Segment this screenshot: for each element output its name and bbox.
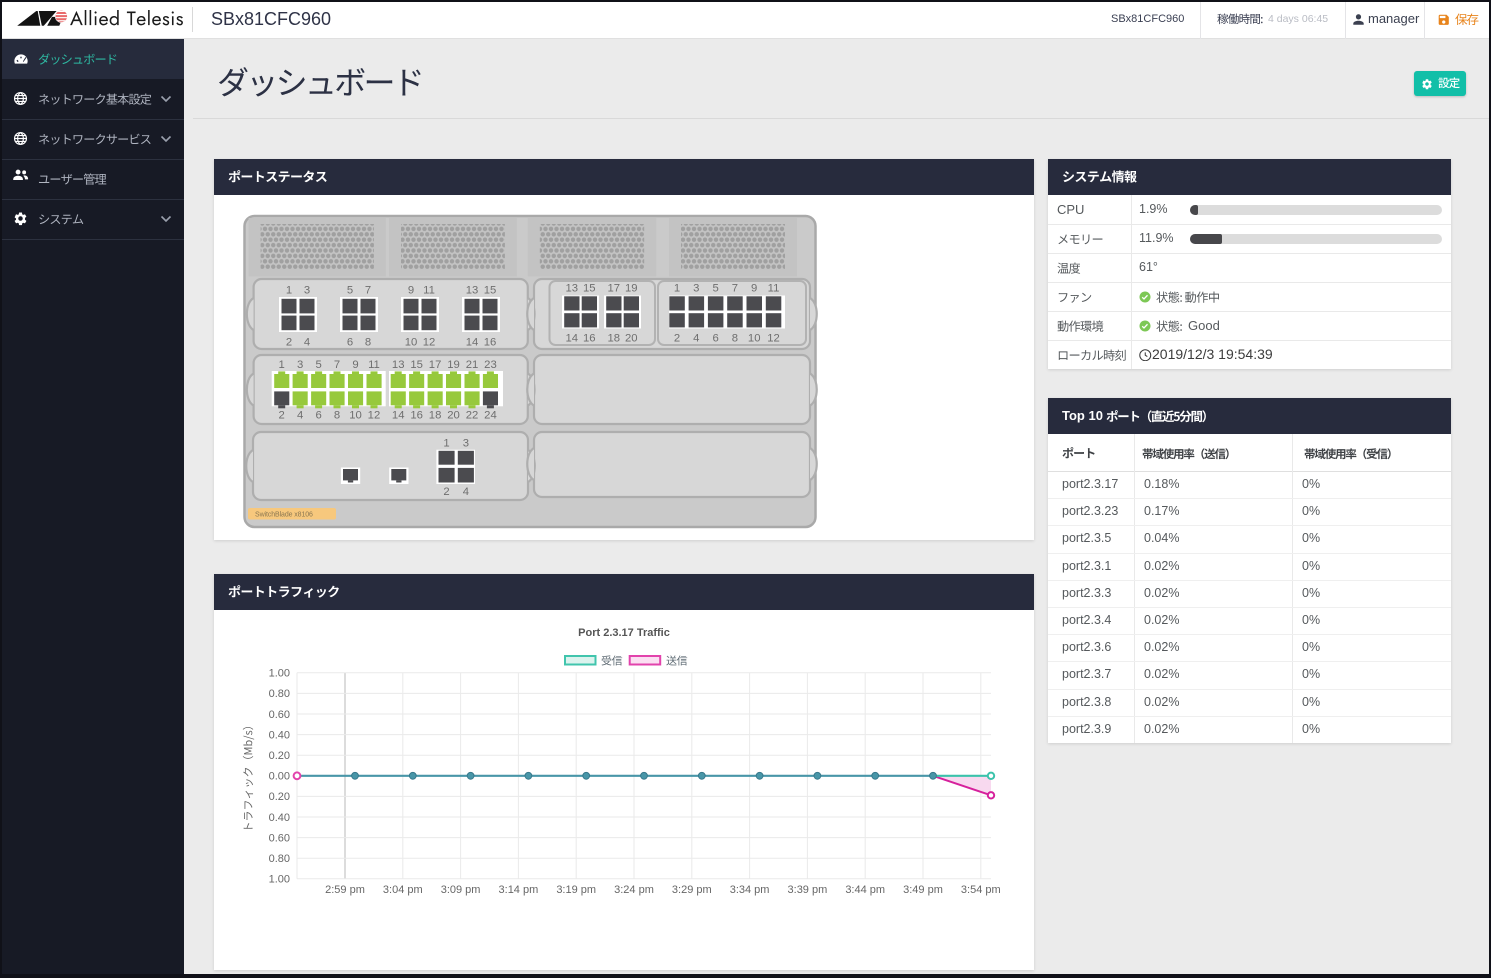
svg-text:1.00: 1.00 — [269, 874, 290, 886]
svg-text:3: 3 — [297, 359, 303, 371]
svg-text:4: 4 — [304, 337, 310, 349]
svg-text:0.40: 0.40 — [269, 812, 290, 824]
svg-text:SwitchBlade x8106: SwitchBlade x8106 — [255, 511, 313, 518]
svg-text:11: 11 — [423, 285, 435, 297]
svg-text:14: 14 — [466, 337, 479, 349]
svg-text:20: 20 — [447, 410, 460, 422]
svg-text:17: 17 — [429, 359, 442, 371]
svg-text:0.00: 0.00 — [269, 771, 290, 783]
svg-text:10: 10 — [349, 410, 362, 422]
svg-text:11: 11 — [368, 359, 380, 371]
svg-text:3: 3 — [463, 438, 469, 450]
svg-text:2: 2 — [443, 486, 449, 498]
svg-text:3: 3 — [693, 283, 699, 295]
svg-text:3:54 pm: 3:54 pm — [961, 884, 1001, 896]
svg-text:3:24 pm: 3:24 pm — [614, 884, 654, 896]
svg-text:3:39 pm: 3:39 pm — [788, 884, 828, 896]
svg-text:2: 2 — [279, 410, 285, 422]
svg-text:9: 9 — [352, 359, 358, 371]
svg-text:24: 24 — [484, 410, 497, 422]
svg-text:6: 6 — [347, 337, 353, 349]
svg-text:7: 7 — [365, 285, 371, 297]
svg-text:18: 18 — [608, 333, 621, 345]
svg-text:0.80: 0.80 — [269, 853, 290, 865]
svg-text:3:04 pm: 3:04 pm — [383, 884, 423, 896]
svg-text:17: 17 — [608, 283, 621, 295]
svg-text:3:44 pm: 3:44 pm — [845, 884, 885, 896]
svg-text:16: 16 — [484, 337, 497, 349]
svg-text:6: 6 — [315, 410, 321, 422]
svg-text:8: 8 — [732, 333, 738, 345]
svg-text:10: 10 — [405, 337, 418, 349]
svg-text:20: 20 — [625, 333, 638, 345]
svg-text:21: 21 — [466, 359, 479, 371]
svg-text:19: 19 — [447, 359, 460, 371]
svg-text:15: 15 — [484, 285, 497, 297]
svg-text:13: 13 — [566, 283, 579, 295]
svg-text:10: 10 — [748, 333, 761, 345]
svg-text:15: 15 — [410, 359, 423, 371]
svg-text:8: 8 — [334, 410, 340, 422]
svg-text:14: 14 — [392, 410, 405, 422]
svg-text:2:59 pm: 2:59 pm — [325, 884, 365, 896]
svg-text:13: 13 — [392, 359, 405, 371]
svg-text:5: 5 — [712, 283, 718, 295]
svg-text:12: 12 — [767, 333, 780, 345]
svg-text:9: 9 — [751, 283, 757, 295]
svg-text:0.60: 0.60 — [269, 832, 290, 844]
svg-text:11: 11 — [768, 283, 780, 295]
svg-text:5: 5 — [315, 359, 321, 371]
svg-text:8: 8 — [365, 337, 371, 349]
svg-text:1: 1 — [443, 438, 449, 450]
svg-text:18: 18 — [429, 410, 442, 422]
svg-text:0.80: 0.80 — [269, 688, 290, 700]
svg-text:16: 16 — [410, 410, 423, 422]
svg-text:7: 7 — [732, 283, 738, 295]
svg-text:1: 1 — [279, 359, 285, 371]
svg-text:3: 3 — [304, 285, 310, 297]
svg-text:1.00: 1.00 — [269, 668, 290, 680]
svg-text:19: 19 — [625, 283, 638, 295]
svg-text:6: 6 — [712, 333, 718, 345]
svg-text:4: 4 — [463, 486, 469, 498]
svg-text:0.40: 0.40 — [269, 729, 290, 741]
svg-text:13: 13 — [466, 285, 479, 297]
svg-text:1: 1 — [286, 285, 292, 297]
svg-text:12: 12 — [423, 337, 436, 349]
svg-text:22: 22 — [466, 410, 479, 422]
svg-text:3:49 pm: 3:49 pm — [903, 884, 943, 896]
svg-text:5: 5 — [347, 285, 353, 297]
svg-text:3:14 pm: 3:14 pm — [499, 884, 539, 896]
svg-text:23: 23 — [484, 359, 497, 371]
svg-text:9: 9 — [408, 285, 414, 297]
svg-text:14: 14 — [566, 333, 579, 345]
svg-text:15: 15 — [583, 283, 596, 295]
svg-text:2: 2 — [286, 337, 292, 349]
svg-text:0.20: 0.20 — [269, 791, 290, 803]
svg-text:3:34 pm: 3:34 pm — [730, 884, 770, 896]
svg-text:0.60: 0.60 — [269, 709, 290, 721]
svg-text:4: 4 — [297, 410, 303, 422]
svg-text:7: 7 — [334, 359, 340, 371]
svg-text:3:29 pm: 3:29 pm — [672, 884, 712, 896]
svg-text:0.20: 0.20 — [269, 750, 290, 762]
svg-text:12: 12 — [368, 410, 381, 422]
svg-text:4: 4 — [693, 333, 699, 345]
svg-text:2: 2 — [674, 333, 680, 345]
svg-text:1: 1 — [674, 283, 680, 295]
svg-text:16: 16 — [583, 333, 596, 345]
svg-text:3:19 pm: 3:19 pm — [556, 884, 596, 896]
svg-text:3:09 pm: 3:09 pm — [441, 884, 481, 896]
